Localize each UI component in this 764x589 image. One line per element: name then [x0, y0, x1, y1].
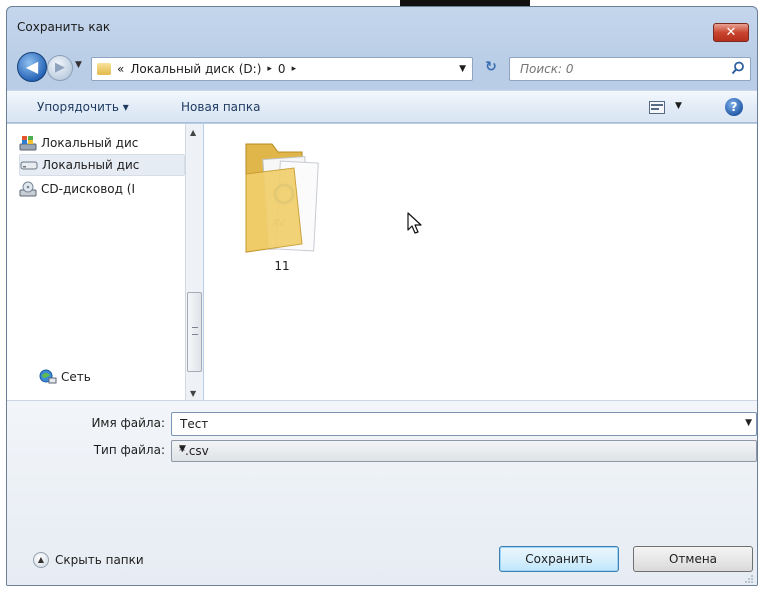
sidebar-item-local-disk-c[interactable]: Локальный дис	[19, 132, 181, 154]
address-dropdown-icon[interactable]: ▼	[459, 64, 466, 74]
view-dropdown-icon: ▼	[675, 101, 682, 111]
address-bar[interactable]: « Локальный диск (D:) ▸ 0 ▸ ▼	[91, 57, 473, 81]
organize-button[interactable]: Упорядочить ▾	[37, 100, 129, 114]
help-icon: ?	[730, 100, 738, 114]
hide-folders-button[interactable]: ▲ Скрыть папки	[33, 552, 144, 568]
new-folder-button[interactable]: Новая папка	[181, 100, 260, 114]
forward-arrow-icon: ▶	[55, 60, 65, 75]
sidebar-item-label: Локальный дис	[41, 136, 139, 150]
window-title: Сохранить как	[17, 20, 111, 34]
back-arrow-icon: ◀	[25, 57, 39, 76]
folder-icon	[97, 63, 111, 75]
search-icon[interactable]	[731, 61, 745, 75]
chevron-down-icon[interactable]: ▼	[745, 418, 752, 428]
sidebar-item-label: CD-дисковод (I	[41, 182, 135, 196]
search-box[interactable]	[509, 57, 751, 81]
file-list-pane[interactable]: AV 11	[204, 124, 757, 400]
command-bar: Упорядочить ▾ Новая папка ▼ ?	[7, 90, 757, 123]
sidebar-item-network[interactable]: Сеть	[39, 366, 179, 388]
filename-combobox[interactable]: ▼	[171, 412, 757, 436]
chevron-down-icon: ▼	[179, 444, 186, 454]
filename-label: Имя файла:	[91, 416, 165, 430]
refresh-icon: ↻	[485, 59, 497, 75]
search-input[interactable]	[518, 59, 718, 79]
grip-icon	[192, 327, 198, 335]
hard-drive-icon	[20, 161, 38, 170]
folder-icon: AV	[245, 143, 319, 253]
breadcrumb-separator-icon[interactable]: ▸	[267, 64, 272, 74]
folder-name: 11	[274, 259, 290, 273]
navigation-pane: Локальный дис Локальный дис CD-дисковод …	[7, 124, 203, 400]
breadcrumb-item-drive[interactable]: Локальный диск (D:)	[130, 62, 261, 76]
breadcrumb-separator-icon[interactable]: ▸	[292, 64, 297, 74]
sidebar-item-label: Локальный дис	[42, 158, 140, 172]
scroll-up-icon[interactable]: ▲	[190, 128, 196, 137]
save-form: Имя файла: ▼ Тип файла: *.csv ▼ ▲ Скрыть…	[7, 400, 757, 585]
sidebar-item-label: Сеть	[61, 370, 91, 384]
sidebar-item-cd-drive[interactable]: CD-дисковод (I	[19, 178, 181, 200]
filetype-label: Тип файла:	[93, 443, 165, 457]
network-icon	[39, 369, 57, 384]
forward-button[interactable]: ▶	[47, 55, 73, 81]
folder-item[interactable]: AV 11	[232, 134, 332, 274]
recent-locations-dropdown[interactable]: ▼	[75, 60, 82, 70]
windows-drive-icon	[19, 136, 37, 151]
resize-grip-icon[interactable]	[744, 574, 754, 584]
save-button[interactable]: Сохранить	[499, 546, 619, 572]
scrollbar-thumb[interactable]	[187, 292, 202, 372]
cancel-button[interactable]: Отмена	[633, 546, 753, 572]
refresh-button[interactable]: ↻	[481, 59, 501, 79]
view-options-button[interactable]: ▼	[649, 100, 689, 116]
sidebar-scrollbar[interactable]: ▲ ▼	[185, 124, 203, 400]
collapse-icon: ▲	[33, 552, 49, 568]
back-button[interactable]: ◀	[17, 52, 47, 82]
filename-field[interactable]	[178, 414, 733, 434]
filetype-select[interactable]: *.csv ▼	[171, 440, 757, 462]
save-as-dialog: Сохранить как ✕ ◀ ▶ ▼ « Локальный диск (…	[6, 6, 758, 586]
mouse-pointer-icon	[407, 212, 422, 234]
close-icon: ✕	[725, 25, 737, 40]
sidebar-item-local-disk-d[interactable]: Локальный дис	[19, 154, 185, 176]
help-button[interactable]: ?	[725, 98, 743, 116]
title-bar[interactable]: Сохранить как ✕	[7, 7, 757, 47]
hide-folders-label: Скрыть папки	[55, 553, 144, 567]
cd-drive-icon	[19, 181, 37, 197]
close-button[interactable]: ✕	[713, 23, 749, 42]
view-icon	[649, 101, 665, 114]
breadcrumb-overflow[interactable]: «	[117, 62, 124, 76]
breadcrumb-item-folder[interactable]: 0	[278, 62, 286, 76]
scroll-down-icon[interactable]: ▼	[190, 389, 196, 398]
